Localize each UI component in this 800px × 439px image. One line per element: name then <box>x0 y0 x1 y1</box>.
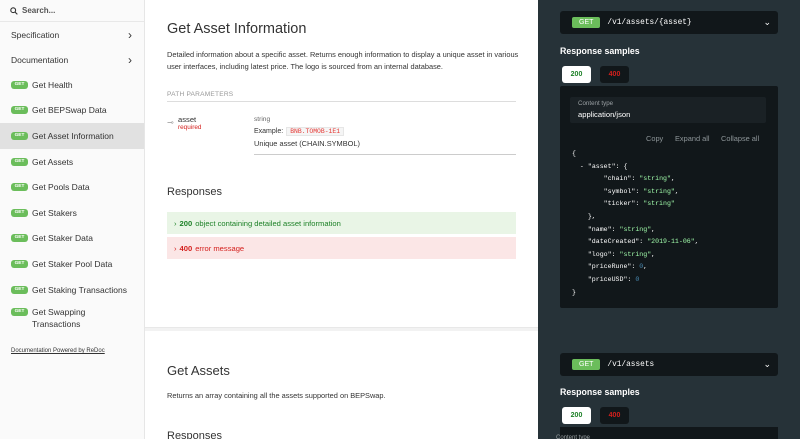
response-200-toggle[interactable]: › 200 object containing detailed asset i… <box>167 212 516 234</box>
sidebar-section-label: Specification <box>11 29 60 40</box>
sidebar-item-label: Get Staker Pool Data <box>32 258 113 269</box>
get-method-badge: GET <box>11 285 28 294</box>
param-name: asset <box>178 115 197 124</box>
get-method-badge: GET <box>11 234 28 243</box>
content-type-label: Content type <box>578 100 614 107</box>
response-samples-heading: Response samples <box>560 387 640 397</box>
search-input[interactable] <box>22 6 122 15</box>
responses-heading: Responses <box>167 430 223 439</box>
get-method-badge: GET <box>572 359 601 370</box>
path-parameters-heading: PATH PARAMETERS <box>167 91 516 102</box>
chevron-right-icon: › <box>128 27 132 42</box>
response-400-toggle[interactable]: › 400 error message <box>167 237 516 259</box>
sidebar-item-get-staking-transactions[interactable]: GET Get Staking Transactions <box>0 277 144 303</box>
chevron-down-icon: ⌄ <box>763 359 771 369</box>
search-icon <box>10 6 18 15</box>
response-sample-panel <box>560 427 778 439</box>
sidebar-section-documentation[interactable]: Documentation › <box>0 47 144 72</box>
response-samples-heading: Response samples <box>560 46 640 56</box>
param-example-value: BNB.TOMOB-1E1 <box>286 127 345 136</box>
endpoint-toggle[interactable]: GET /v1/assets/{asset} ⌄ <box>560 11 778 34</box>
response-text: error message <box>195 243 245 253</box>
content-type-label: Content type <box>556 435 591 439</box>
copy-button[interactable]: Copy <box>646 134 663 143</box>
content-type-value: application/json <box>578 110 631 119</box>
main-content: Get Asset Information Detailed informati… <box>145 0 538 439</box>
sidebar: Specification › Documentation › GET Get … <box>0 0 145 439</box>
tab-200[interactable]: 200 <box>562 66 591 83</box>
get-method-badge: GET <box>11 80 28 89</box>
right-panel: GET /v1/assets/{asset} ⌄ Response sample… <box>538 0 800 439</box>
endpoint-path: /v1/assets <box>607 360 655 369</box>
powered-by-link[interactable]: Documentation Powered by ReDoc <box>11 348 105 354</box>
get-method-badge: GET <box>11 259 28 268</box>
responses-heading: Responses <box>167 186 223 198</box>
endpoint-toggle[interactable]: GET /v1/assets ⌄ <box>560 353 778 376</box>
get-method-badge: GET <box>11 157 28 166</box>
sidebar-item-label: Get Asset Information <box>32 130 114 141</box>
param-description: Unique asset (CHAIN.SYMBOL) <box>254 139 360 148</box>
param-example: Example: BNB.TOMOB-1E1 <box>254 127 345 136</box>
content-type-select[interactable]: Content type application/json <box>570 97 766 123</box>
sidebar-item-label: Get Stakers <box>32 207 77 218</box>
sidebar-item-get-health[interactable]: GET Get Health <box>0 72 144 98</box>
tab-200[interactable]: 200 <box>562 407 591 424</box>
sidebar-item-label: Get Swapping Transactions <box>32 307 86 329</box>
section-separator <box>145 327 538 331</box>
response-code: 200 <box>179 218 193 228</box>
sidebar-item-label: Get Health <box>32 79 73 90</box>
sidebar-item-label: Get Pools Data <box>32 182 90 193</box>
get-method-badge: GET <box>11 131 28 140</box>
sidebar-item-get-swapping-transactions[interactable]: GET Get Swapping Transactions <box>0 302 144 333</box>
chevron-right-icon: › <box>174 218 177 228</box>
sidebar-item-label: Get Assets <box>32 156 74 167</box>
operation-description: Detailed information about a specific as… <box>167 50 519 71</box>
section-title-get-assets: Get Assets <box>167 363 230 378</box>
sidebar-item-get-bepswap-data[interactable]: GET Get BEPSwap Data <box>0 98 144 124</box>
chevron-right-icon: › <box>174 243 177 253</box>
expand-all-button[interactable]: Expand all <box>675 134 710 143</box>
sidebar-item-get-pools-data[interactable]: GET Get Pools Data <box>0 174 144 200</box>
json-sample: { - "asset": { "chain": "string", "symbo… <box>572 150 699 296</box>
param-type: string <box>254 116 271 123</box>
response-text: object containing detailed asset informa… <box>195 218 341 228</box>
branch-icon: ⊸ <box>167 118 174 127</box>
section-description: Returns an array containing all the asse… <box>167 391 386 400</box>
param-example-label: Example: <box>254 128 284 135</box>
sidebar-item-label: Get BEPSwap Data <box>32 105 107 116</box>
tab-400[interactable]: 400 <box>600 66 629 83</box>
sidebar-section-label: Documentation <box>11 54 69 65</box>
sidebar-item-get-stakers[interactable]: GET Get Stakers <box>0 200 144 226</box>
sidebar-item-label: Get Staking Transactions <box>32 284 127 295</box>
sidebar-item-label: Get Staker Data <box>32 233 93 244</box>
get-method-badge: GET <box>11 106 28 115</box>
page-title: Get Asset Information <box>167 21 307 37</box>
sidebar-item-get-assets[interactable]: GET Get Assets <box>0 149 144 175</box>
search-bar[interactable] <box>0 0 144 22</box>
chevron-right-icon: › <box>128 52 132 67</box>
get-method-badge: GET <box>11 308 28 317</box>
get-method-badge: GET <box>11 208 28 217</box>
response-sample-panel: Content type application/json Copy Expan… <box>560 86 778 308</box>
get-method-badge: GET <box>572 17 601 28</box>
sidebar-item-get-asset-information[interactable]: GET Get Asset Information <box>0 123 144 149</box>
sidebar-section-specification[interactable]: Specification › <box>0 22 144 47</box>
sidebar-item-get-staker-data[interactable]: GET Get Staker Data <box>0 226 144 252</box>
collapse-all-button[interactable]: Collapse all <box>721 134 759 143</box>
chevron-down-icon: ⌄ <box>763 17 771 27</box>
param-required-label: required <box>178 124 202 131</box>
tab-400[interactable]: 400 <box>600 407 629 424</box>
response-code: 400 <box>179 243 193 253</box>
get-method-badge: GET <box>11 183 28 192</box>
sidebar-item-get-staker-pool-data[interactable]: GET Get Staker Pool Data <box>0 251 144 277</box>
divider <box>254 154 516 155</box>
endpoint-path: /v1/assets/{asset} <box>607 18 692 27</box>
